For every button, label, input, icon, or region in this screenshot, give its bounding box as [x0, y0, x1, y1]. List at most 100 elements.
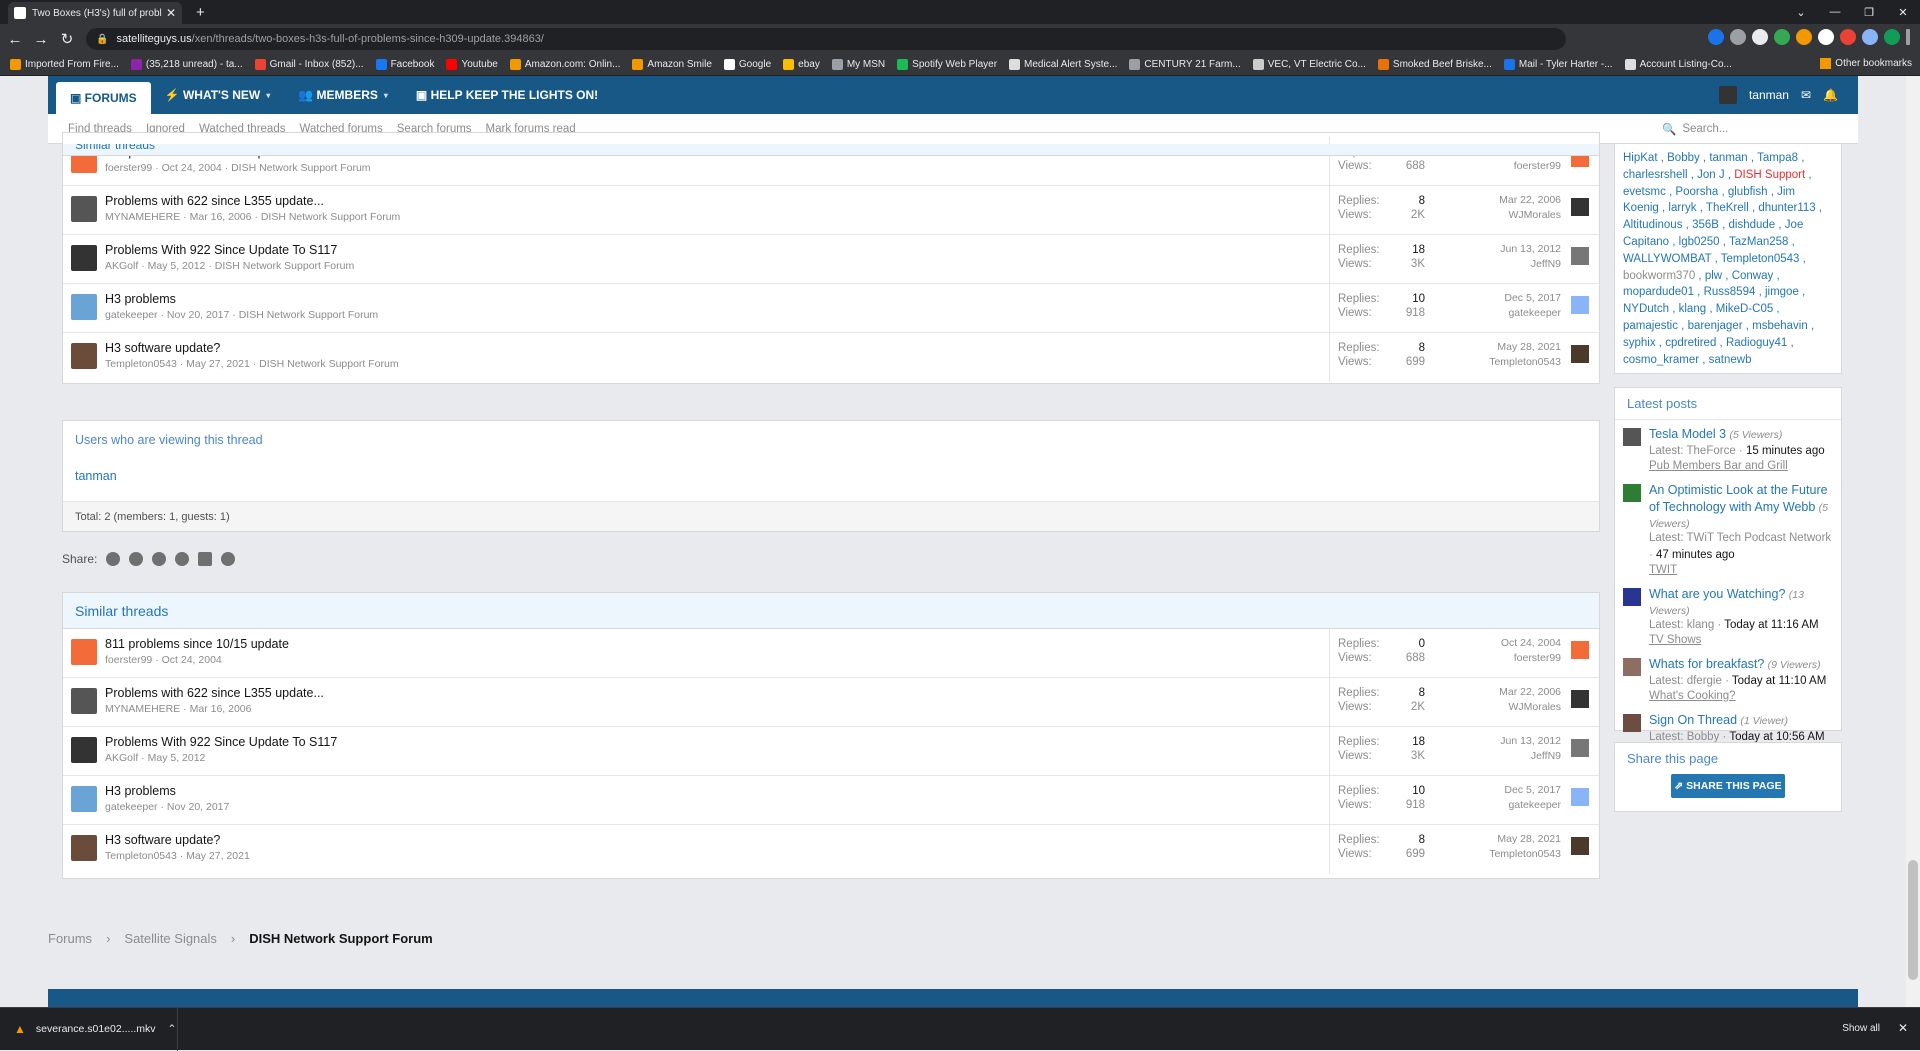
thread-row[interactable]: H3 software update? Templeton0543 · May 2… — [63, 825, 1599, 874]
thread-title[interactable]: H3 software update? — [105, 341, 1329, 355]
poster-avatar[interactable] — [1623, 714, 1641, 732]
facebook-icon[interactable] — [106, 552, 121, 566]
show-all-downloads[interactable]: Show all — [1842, 1023, 1880, 1034]
member-link[interactable]: WALLYWOMBAT — [1623, 253, 1711, 265]
member-link[interactable]: evetsmc — [1623, 186, 1666, 198]
nav-members[interactable]: 👥 MEMBERS ▾ — [284, 76, 402, 114]
member-link[interactable]: pamajestic — [1623, 320, 1678, 332]
alerts-icon[interactable]: 🔔 — [1823, 88, 1838, 102]
bookmark-item[interactable]: Amazon Smile — [632, 59, 712, 70]
latest-post-item[interactable]: Whats for breakfast? (9 Viewers) Latest: … — [1615, 650, 1841, 706]
breadcrumb-satellite-signals[interactable]: Satellite Signals — [124, 931, 217, 946]
breadcrumb-forums[interactable]: Forums — [48, 931, 92, 946]
thread-author[interactable]: MYNAMEHERE — [105, 703, 180, 715]
member-link[interactable]: NYDutch — [1623, 303, 1669, 315]
bookmark-item[interactable]: Gmail - Inbox (852)... — [254, 59, 364, 70]
thread-row[interactable]: 811 problems since 10/15 update foerster9… — [63, 629, 1599, 678]
bookmark-item[interactable]: Facebook — [375, 59, 434, 70]
last-post-date[interactable]: Oct 24, 2004 — [1433, 637, 1561, 649]
bookmark-item[interactable]: Youtube — [446, 59, 498, 70]
thread-forum[interactable]: DISH Network Support Forum — [215, 260, 354, 272]
thread-row[interactable]: H3 problems gatekeeper · Nov 20, 2017 · D… — [63, 284, 1599, 333]
forward-icon[interactable]: → — [30, 31, 52, 48]
thread-author[interactable]: AKGolf — [105, 752, 138, 764]
bookmark-item[interactable]: Smoked Beef Briske... — [1377, 59, 1492, 70]
thread-title[interactable]: H3 software update? — [105, 833, 1329, 847]
last-poster-avatar[interactable] — [1571, 788, 1589, 806]
member-link[interactable]: charlesrshell — [1623, 169, 1688, 181]
member-link[interactable]: cosmo_kramer — [1623, 354, 1699, 366]
author-avatar[interactable] — [71, 343, 97, 369]
link-icon[interactable] — [221, 552, 236, 566]
latest-forum-link[interactable]: TV Shows — [1649, 634, 1833, 646]
last-post-date[interactable]: May 28, 2021 — [1433, 341, 1561, 353]
author-avatar[interactable] — [71, 639, 97, 665]
member-link[interactable]: Jon J — [1697, 169, 1725, 181]
thread-forum[interactable]: DISH Network Support Forum — [261, 211, 400, 223]
bookmark-item[interactable]: Medical Alert Syste... — [1009, 59, 1117, 70]
member-link[interactable]: dhunter113 — [1758, 202, 1815, 214]
close-window-icon[interactable]: ✕ — [1886, 0, 1920, 24]
thread-title[interactable]: H3 problems — [105, 784, 1329, 798]
member-link[interactable]: bookworm370 — [1623, 270, 1695, 282]
thread-title[interactable]: 811 problems since 10/15 update — [105, 637, 1329, 651]
browser-tab[interactable]: Two Boxes (H3's) full of problem ✕ — [8, 2, 182, 24]
last-poster-avatar[interactable] — [1571, 198, 1589, 216]
member-link[interactable]: Russ8594 — [1704, 286, 1756, 298]
author-avatar[interactable] — [71, 835, 97, 861]
last-post-user[interactable]: foerster99 — [1433, 652, 1561, 664]
email-icon[interactable] — [198, 552, 213, 566]
latest-poster[interactable]: Latest: klang — [1649, 619, 1714, 631]
poster-avatar[interactable] — [1623, 658, 1641, 676]
last-post-user[interactable]: WJMorales — [1433, 701, 1561, 713]
extension-icon[interactable] — [1708, 29, 1724, 45]
member-link[interactable]: Tampa8 — [1757, 152, 1798, 164]
restore-icon[interactable]: ❐ — [1852, 0, 1886, 24]
share-this-page-button[interactable]: ⇗ SHARE THIS PAGE — [1671, 774, 1785, 798]
thread-author[interactable]: Templeton0543 — [105, 850, 177, 862]
search-input[interactable]: 🔍 Search... — [1654, 117, 1842, 141]
thread-forum[interactable]: DISH Network Support Forum — [239, 309, 378, 321]
bookmark-item[interactable]: ebay — [783, 59, 820, 70]
thread-author[interactable]: foerster99 — [105, 654, 152, 666]
puzzle-icon[interactable] — [1862, 29, 1878, 45]
bookmark-item[interactable]: Imported From Fire... — [10, 59, 119, 70]
breadcrumb-dish-forum[interactable]: DISH Network Support Forum — [249, 931, 432, 946]
member-link[interactable]: satnewb — [1709, 354, 1752, 366]
latest-forum-link[interactable]: TWIT — [1649, 564, 1833, 576]
download-item[interactable]: ▲ severance.s01e02.....mkv ⌃ — [0, 1007, 178, 1051]
last-poster-avatar[interactable] — [1571, 641, 1589, 659]
latest-post-title[interactable]: What are you Watching? — [1649, 587, 1785, 601]
scrollbar-thumb[interactable] — [1908, 860, 1918, 980]
last-poster-avatar[interactable] — [1571, 296, 1589, 314]
member-link[interactable]: TazMan258 — [1729, 236, 1788, 248]
latest-post-title[interactable]: Sign On Thread — [1649, 713, 1737, 727]
last-post-date[interactable]: May 28, 2021 — [1433, 833, 1561, 845]
thread-row[interactable]: Problems With 922 Since Update To S117 AK… — [63, 727, 1599, 776]
member-link[interactable]: Poorsha — [1675, 186, 1718, 198]
poster-avatar[interactable] — [1623, 428, 1641, 446]
poster-avatar[interactable] — [1623, 588, 1641, 606]
extension-icon[interactable] — [1796, 29, 1812, 45]
member-link[interactable]: plw — [1705, 270, 1722, 282]
bookmark-item[interactable]: Account Listing-Co... — [1624, 59, 1732, 70]
username-link[interactable]: tanman — [1749, 88, 1789, 102]
thread-row[interactable]: Problems With 922 Since Update To S117 AK… — [63, 235, 1599, 284]
member-link[interactable]: msbehavin — [1752, 320, 1808, 332]
author-avatar[interactable] — [71, 196, 97, 222]
latest-forum-link[interactable]: What's Cooking? — [1649, 690, 1826, 702]
last-post-date[interactable]: Jun 13, 2012 — [1433, 243, 1561, 255]
last-post-user[interactable]: JeffN9 — [1433, 750, 1561, 762]
latest-post-item[interactable]: What are you Watching? (13 Viewers) Lates… — [1615, 580, 1841, 650]
latest-post-title[interactable]: Whats for breakfast? — [1649, 657, 1764, 671]
member-link[interactable]: Conway — [1732, 270, 1774, 282]
member-link[interactable]: Bobby — [1667, 152, 1700, 164]
latest-post-title[interactable]: Tesla Model 3 — [1649, 427, 1726, 441]
bookmark-item[interactable]: Spotify Web Player — [897, 59, 997, 70]
thread-title[interactable]: Problems With 922 Since Update To S117 — [105, 243, 1329, 257]
minimize-icon[interactable]: — — [1818, 0, 1852, 24]
extension-icon[interactable] — [1774, 29, 1790, 45]
latest-poster[interactable]: Latest: TheForce — [1649, 445, 1736, 457]
thread-forum[interactable]: DISH Network Support Forum — [259, 358, 398, 370]
thread-author[interactable]: Templeton0543 — [105, 358, 177, 370]
